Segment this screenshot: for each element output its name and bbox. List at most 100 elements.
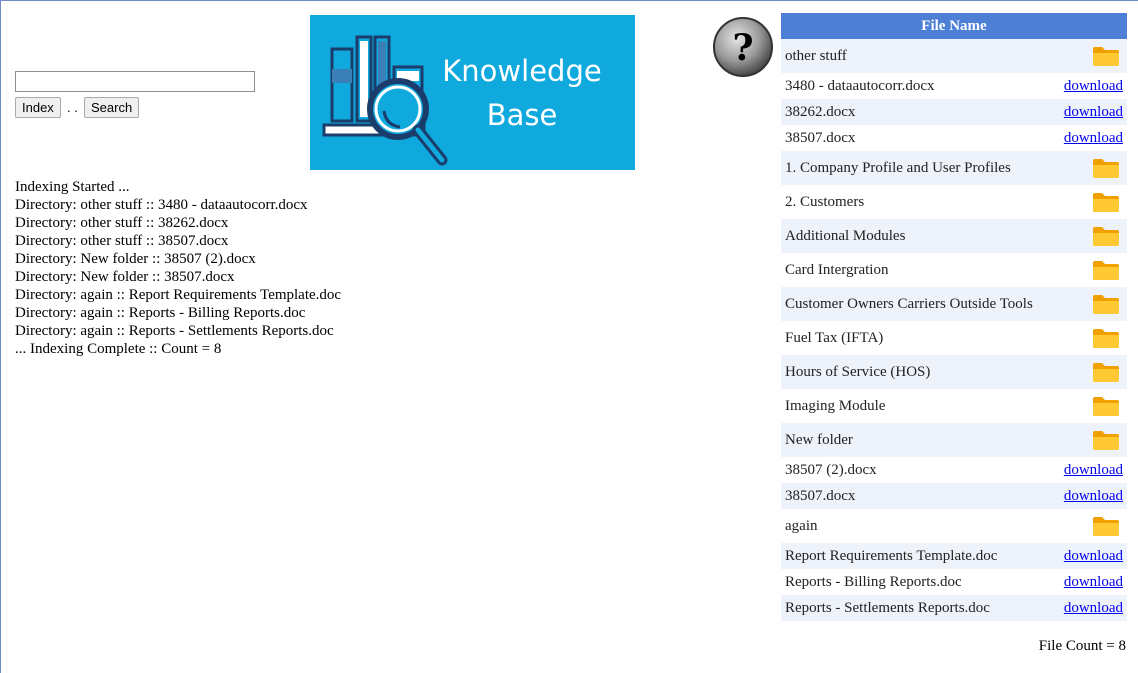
file-name: 38262.docx bbox=[781, 99, 1059, 125]
folder-row: again bbox=[781, 509, 1127, 543]
download-link[interactable]: download bbox=[1064, 548, 1123, 564]
folder-icon[interactable] bbox=[1092, 259, 1120, 281]
row-action: download bbox=[1059, 99, 1127, 125]
file-name: Reports - Settlements Reports.doc bbox=[781, 595, 1059, 621]
log-line: Directory: other stuff :: 38262.docx bbox=[15, 215, 229, 231]
folder-row: Additional Modules bbox=[781, 219, 1127, 253]
logo-text: Knowledge Base bbox=[430, 49, 614, 137]
file-name: Report Requirements Template.doc bbox=[781, 543, 1059, 569]
folder-icon[interactable] bbox=[1092, 45, 1120, 67]
row-action: download bbox=[1059, 73, 1127, 99]
index-button[interactable]: Index bbox=[15, 97, 61, 118]
log-line: Directory: again :: Report Requirements … bbox=[15, 287, 342, 303]
row-action: download bbox=[1059, 569, 1127, 595]
folder-icon[interactable] bbox=[1092, 293, 1120, 315]
log-line: Directory: New folder :: 38507.docx bbox=[15, 269, 235, 285]
row-action bbox=[1059, 509, 1127, 543]
folder-icon[interactable] bbox=[1092, 361, 1120, 383]
file-name: 38507.docx bbox=[785, 129, 856, 146]
folder-row: Card Intergration bbox=[781, 253, 1127, 287]
download-link[interactable]: download bbox=[1064, 574, 1123, 590]
row-action bbox=[1059, 219, 1127, 253]
question-mark-icon[interactable]: ? bbox=[712, 16, 774, 78]
folder-row: 1. Company Profile and User Profiles bbox=[781, 151, 1127, 185]
folder-name: Card Intergration bbox=[785, 261, 889, 278]
file-count: File Count = 8 bbox=[1038, 638, 1126, 654]
row-action: download bbox=[1059, 595, 1127, 621]
file-table: File Name other stuff 3480 - dataautocorr… bbox=[781, 13, 1127, 621]
row-action bbox=[1059, 423, 1127, 457]
file-row: 38507.docx download bbox=[781, 483, 1127, 509]
row-action bbox=[1059, 39, 1127, 73]
folder-icon[interactable] bbox=[1092, 327, 1120, 349]
row-action: download bbox=[1059, 543, 1127, 569]
file-row: 38507.docx download bbox=[781, 125, 1127, 151]
knowledge-base-logo: Knowledge Base bbox=[310, 15, 635, 170]
log-line: Directory: other stuff :: 38507.docx bbox=[15, 233, 229, 249]
row-action bbox=[1059, 185, 1127, 219]
log-line: Directory: again :: Reports - Settlement… bbox=[15, 323, 334, 339]
folder-row: Customer Owners Carriers Outside Tools bbox=[781, 287, 1127, 321]
folder-row: Imaging Module bbox=[781, 389, 1127, 423]
folder-icon[interactable] bbox=[1092, 395, 1120, 417]
folder-name: again bbox=[785, 517, 818, 534]
folder-row: other stuff bbox=[781, 39, 1127, 73]
file-row: Reports - Settlements Reports.doc downloa… bbox=[781, 595, 1127, 621]
folder-icon[interactable] bbox=[1092, 429, 1120, 451]
download-link[interactable]: download bbox=[1064, 78, 1123, 94]
row-action: download bbox=[1059, 457, 1127, 483]
file-name: 3480 - dataautocorr.docx bbox=[785, 77, 935, 94]
folder-name: Fuel Tax (IFTA) bbox=[785, 329, 884, 346]
folder-name: Imaging Module bbox=[785, 397, 886, 414]
download-link[interactable]: download bbox=[1064, 462, 1123, 478]
folder-row: New folder bbox=[781, 423, 1127, 457]
row-action bbox=[1059, 151, 1127, 185]
row-action: download bbox=[1059, 125, 1127, 151]
folder-name: New folder bbox=[781, 423, 1059, 457]
row-action bbox=[1059, 389, 1127, 423]
folder-row: 2. Customers bbox=[781, 185, 1127, 219]
log-line: Directory: New folder :: 38507 (2).docx bbox=[15, 251, 256, 267]
row-action bbox=[1059, 253, 1127, 287]
file-row: Report Requirements Template.doc download bbox=[781, 543, 1127, 569]
log-line: ... Indexing Complete :: Count = 8 bbox=[15, 341, 222, 357]
folder-row: Hours of Service (HOS) bbox=[781, 355, 1127, 389]
download-link[interactable]: download bbox=[1064, 104, 1123, 120]
log-line: Directory: again :: Reports - Billing Re… bbox=[15, 305, 306, 321]
logo-line-1: Knowledge bbox=[442, 54, 602, 88]
search-button[interactable]: Search bbox=[84, 97, 140, 118]
log-line: Indexing Started ... bbox=[15, 179, 130, 195]
folder-icon[interactable] bbox=[1092, 157, 1120, 179]
file-row: 38507 (2).docx download bbox=[781, 457, 1127, 483]
folder-icon[interactable] bbox=[1092, 191, 1120, 213]
folder-icon[interactable] bbox=[1092, 225, 1120, 247]
file-row: Reports - Billing Reports.doc download bbox=[781, 569, 1127, 595]
file-row: 3480 - dataautocorr.docx download bbox=[781, 73, 1127, 99]
download-link[interactable]: download bbox=[1064, 130, 1123, 146]
search-input[interactable] bbox=[15, 71, 255, 92]
file-name: Reports - Billing Reports.doc bbox=[785, 573, 962, 590]
file-name-header: File Name bbox=[781, 13, 1127, 39]
logo-line-2: Base bbox=[486, 98, 558, 132]
folder-name: other stuff bbox=[781, 39, 1059, 73]
row-action bbox=[1059, 287, 1127, 321]
svg-text:?: ? bbox=[732, 27, 753, 69]
file-name: 38507.docx bbox=[781, 483, 1059, 509]
row-action bbox=[1059, 355, 1127, 389]
indexing-log: Indexing Started ... Directory: other stu… bbox=[15, 178, 341, 358]
row-action bbox=[1059, 321, 1127, 355]
books-magnifier-icon bbox=[322, 35, 448, 166]
button-separator: . . bbox=[67, 100, 78, 115]
log-line: Directory: other stuff :: 3480 - dataaut… bbox=[15, 197, 308, 213]
download-link[interactable]: download bbox=[1064, 600, 1123, 616]
download-link[interactable]: download bbox=[1064, 488, 1123, 504]
folder-icon[interactable] bbox=[1092, 515, 1120, 537]
folder-name: Additional Modules bbox=[781, 219, 1059, 253]
folder-name: Hours of Service (HOS) bbox=[781, 355, 1059, 389]
folder-name: 1. Company Profile and User Profiles bbox=[781, 151, 1059, 185]
folder-row: Fuel Tax (IFTA) bbox=[781, 321, 1127, 355]
file-row: 38262.docx download bbox=[781, 99, 1127, 125]
file-name: 38507 (2).docx bbox=[785, 461, 877, 478]
folder-name: 2. Customers bbox=[785, 193, 865, 210]
folder-name: Customer Owners Carriers Outside Tools bbox=[781, 287, 1059, 321]
